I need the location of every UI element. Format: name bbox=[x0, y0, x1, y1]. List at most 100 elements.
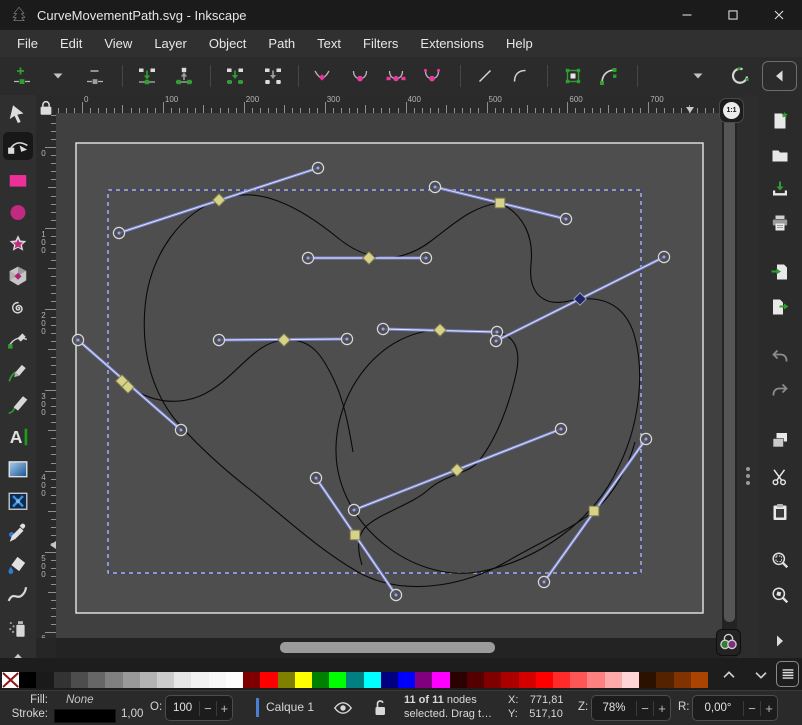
palette-swatch[interactable] bbox=[553, 672, 570, 688]
symmetric-node-button[interactable] bbox=[381, 61, 411, 91]
palette-scroll-up-icon[interactable] bbox=[720, 666, 738, 684]
horizontal-ruler[interactable]: 0100200300400500600700800 bbox=[56, 95, 722, 113]
gradient-tool[interactable] bbox=[7, 458, 29, 480]
stroke-width-value[interactable]: 1,00 bbox=[121, 708, 143, 720]
opacity-increase-button[interactable]: + bbox=[216, 701, 232, 716]
rotation-decrease-button[interactable]: − bbox=[743, 701, 760, 716]
maximize-button[interactable] bbox=[710, 0, 756, 30]
palette-swatch[interactable] bbox=[123, 672, 140, 688]
zoom-decrease-button[interactable]: − bbox=[636, 701, 653, 716]
rectangle-tool[interactable] bbox=[7, 169, 29, 191]
break-nodes-button[interactable] bbox=[169, 61, 199, 91]
menu-item-edit[interactable]: Edit bbox=[49, 32, 93, 55]
panel-splitter[interactable] bbox=[737, 95, 759, 658]
palette-swatch[interactable] bbox=[622, 672, 639, 688]
selector-tool[interactable] bbox=[7, 103, 29, 125]
palette-swatch[interactable] bbox=[364, 672, 381, 688]
canvas-svg[interactable] bbox=[56, 113, 722, 638]
palette-swatch[interactable] bbox=[278, 672, 295, 688]
palette-swatch[interactable] bbox=[191, 672, 208, 688]
insert-node-options-button[interactable] bbox=[43, 61, 73, 91]
palette-swatch[interactable] bbox=[88, 672, 105, 688]
palette-swatch[interactable] bbox=[381, 672, 398, 688]
layer-lock-open-icon[interactable] bbox=[370, 698, 390, 718]
palette-swatch[interactable] bbox=[226, 672, 243, 688]
palette-swatch[interactable] bbox=[36, 672, 53, 688]
redo-button[interactable] bbox=[770, 380, 790, 400]
stroke-swatch[interactable] bbox=[54, 709, 116, 723]
menu-item-path[interactable]: Path bbox=[257, 32, 306, 55]
duplicate-button[interactable] bbox=[770, 430, 790, 450]
lock-guides-icon[interactable] bbox=[37, 99, 55, 121]
undo-button[interactable] bbox=[770, 346, 790, 366]
save-document-button[interactable] bbox=[770, 179, 790, 199]
palette-swatch[interactable] bbox=[691, 672, 708, 688]
palette-swatch[interactable] bbox=[54, 672, 71, 688]
palette-swatch[interactable] bbox=[570, 672, 587, 688]
palette-swatch[interactable] bbox=[71, 672, 88, 688]
new-document-button[interactable] bbox=[770, 111, 790, 131]
opacity-value[interactable]: 100 bbox=[166, 702, 199, 714]
path-node-cusp[interactable] bbox=[495, 198, 505, 208]
pencil-tool[interactable] bbox=[7, 361, 29, 383]
palette-swatch[interactable] bbox=[209, 672, 226, 688]
palette-swatch[interactable] bbox=[346, 672, 363, 688]
insert-node-button[interactable] bbox=[7, 61, 37, 91]
smooth-node-button[interactable] bbox=[345, 61, 375, 91]
vertical-scrollbar-thumb[interactable] bbox=[724, 117, 735, 622]
stroke-to-path-button[interactable] bbox=[593, 61, 623, 91]
import-image-button[interactable] bbox=[770, 262, 790, 282]
rotation-increase-button[interactable]: + bbox=[760, 701, 777, 716]
horizontal-scrollbar[interactable] bbox=[56, 638, 722, 658]
palette-swatch-none[interactable] bbox=[2, 672, 19, 688]
text-tool[interactable]: A bbox=[7, 426, 29, 448]
dropper-tool[interactable] bbox=[7, 522, 29, 544]
calligraphy-tool[interactable] bbox=[7, 393, 29, 415]
palette-swatch[interactable] bbox=[415, 672, 432, 688]
zoom-drawing-button[interactable] bbox=[770, 585, 790, 605]
paste-button[interactable] bbox=[770, 502, 790, 522]
palette-swatch[interactable] bbox=[432, 672, 449, 688]
close-button[interactable] bbox=[756, 0, 802, 30]
tweak-tool[interactable] bbox=[7, 585, 29, 607]
palette-swatch[interactable] bbox=[587, 672, 604, 688]
show-more-button[interactable] bbox=[770, 631, 790, 651]
horizontal-scrollbar-thumb[interactable] bbox=[280, 642, 495, 653]
zoom-value[interactable]: 78% bbox=[592, 702, 636, 714]
join-with-segment-button[interactable] bbox=[220, 61, 250, 91]
palette-swatch[interactable] bbox=[605, 672, 622, 688]
palette-swatch[interactable] bbox=[260, 672, 277, 688]
palette-swatch[interactable] bbox=[656, 672, 673, 688]
menu-item-help[interactable]: Help bbox=[495, 32, 544, 55]
auto-smooth-node-button[interactable] bbox=[417, 61, 447, 91]
menu-item-filters[interactable]: Filters bbox=[352, 32, 409, 55]
palette-swatch[interactable] bbox=[140, 672, 157, 688]
menu-item-file[interactable]: File bbox=[6, 32, 49, 55]
menu-item-layer[interactable]: Layer bbox=[143, 32, 198, 55]
object-to-path-button[interactable] bbox=[558, 61, 588, 91]
palette-swatch[interactable] bbox=[674, 672, 691, 688]
palette-swatch[interactable] bbox=[484, 672, 501, 688]
palette-swatch[interactable] bbox=[295, 672, 312, 688]
ellipse-tool[interactable] bbox=[7, 201, 29, 223]
zoom-1-1-button[interactable]: 1:1 bbox=[719, 98, 744, 123]
cut-button[interactable] bbox=[770, 467, 790, 487]
fill-value[interactable]: None bbox=[66, 694, 94, 706]
palette-swatch[interactable] bbox=[398, 672, 415, 688]
delete-node-button[interactable] bbox=[80, 61, 110, 91]
layer-visibility-eye-icon[interactable] bbox=[333, 698, 353, 718]
color-managed-display-toggle[interactable] bbox=[716, 629, 741, 656]
rotation-value[interactable]: 0,00° bbox=[693, 702, 743, 714]
line-segment-button[interactable] bbox=[470, 61, 500, 91]
palette-swatch[interactable] bbox=[536, 672, 553, 688]
delete-segment-button[interactable] bbox=[258, 61, 288, 91]
palette-swatch[interactable] bbox=[105, 672, 122, 688]
toolbar-overflow-button[interactable] bbox=[683, 61, 713, 91]
palette-swatch[interactable] bbox=[157, 672, 174, 688]
palette-swatch[interactable] bbox=[501, 672, 518, 688]
box-3d-tool[interactable] bbox=[7, 265, 29, 287]
palette-swatch[interactable] bbox=[243, 672, 260, 688]
menu-item-text[interactable]: Text bbox=[306, 32, 352, 55]
palette-swatch[interactable] bbox=[639, 672, 656, 688]
palette-swatch[interactable] bbox=[19, 672, 36, 688]
